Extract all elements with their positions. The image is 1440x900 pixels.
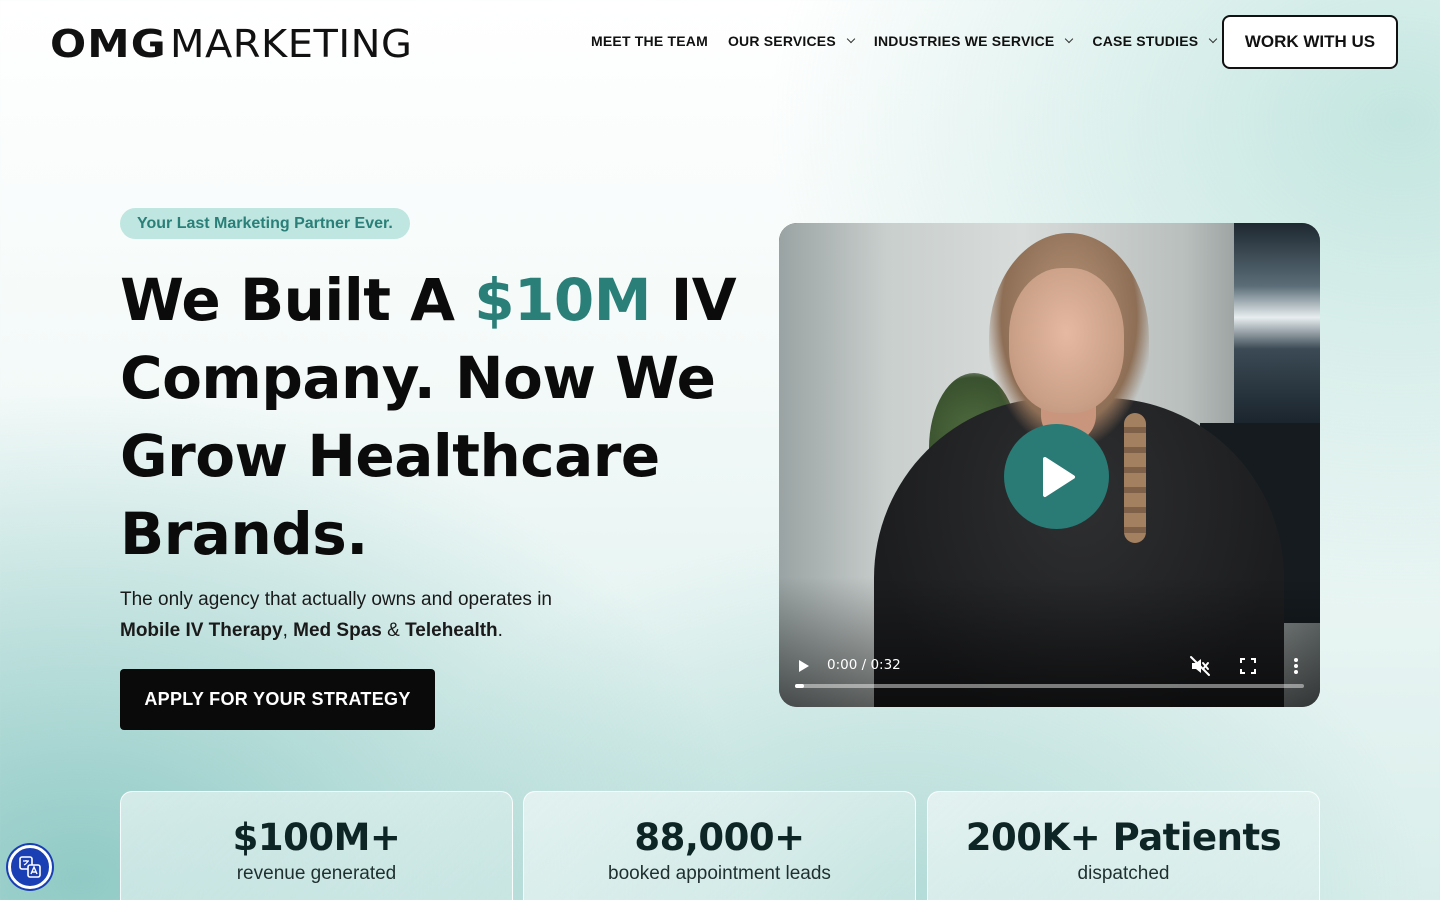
headline-part1: We Built A — [120, 266, 475, 334]
nav-item-label: OUR SERVICES — [727, 33, 836, 49]
more-vertical-icon[interactable] — [1285, 655, 1307, 677]
video-time-display: 0:00 / 0:32 — [827, 657, 901, 673]
accessibility-widget-button[interactable] — [8, 845, 52, 889]
fullscreen-icon[interactable] — [1237, 655, 1259, 677]
nav-item-meet-the-team[interactable]: MEET THE TEAM — [591, 33, 708, 49]
stat-label: booked appointment leads — [608, 863, 831, 884]
stat-card-leads: 88,000+ booked appointment leads — [523, 791, 916, 900]
subtext-separator: , — [282, 620, 294, 641]
stat-value: $100M+ — [232, 816, 401, 859]
subtext-intro: The only agency that actually owns and o… — [120, 589, 552, 610]
play-icon[interactable] — [797, 659, 811, 673]
stat-card-revenue: $100M+ revenue generated — [120, 791, 513, 900]
stat-card-patients: 200K+ Patients dispatched — [927, 791, 1320, 900]
hero-subtext: The only agency that actually owns and o… — [120, 584, 680, 646]
hero-headline: We Built A $10M IV Company. Now We Grow … — [120, 261, 760, 573]
stat-value: 200K+ Patients — [965, 816, 1282, 859]
volume-muted-icon[interactable] — [1189, 655, 1211, 677]
headline-accent: $10M — [474, 266, 651, 334]
promo-video-player[interactable]: 0:00 / 0:32 — [779, 223, 1320, 707]
play-video-button[interactable] — [1004, 424, 1109, 529]
nav-item-case-studies[interactable]: CASE STUDIES — [1092, 33, 1218, 49]
translate-accessibility-icon — [19, 856, 41, 878]
subtext-end: . — [497, 620, 503, 641]
subtext-item-telehealth: Telehealth — [405, 620, 498, 641]
tagline-badge: Your Last Marketing Partner Ever. — [120, 208, 410, 239]
subtext-item-medspas: Med Spas — [293, 620, 382, 641]
video-controls: 0:00 / 0:32 — [779, 647, 1320, 707]
nav-item-label: CASE STUDIES — [1092, 33, 1199, 49]
logo-light-text: MARKETING — [170, 22, 413, 66]
stat-label: revenue generated — [236, 863, 397, 884]
nav-item-label: INDUSTRIES WE SERVICE — [873, 33, 1055, 49]
omg-marketing-logo[interactable]: OMG MARKETING — [50, 22, 412, 66]
apply-for-strategy-button[interactable]: APPLY FOR YOUR STRATEGY — [120, 669, 435, 730]
nav-item-industries[interactable]: INDUSTRIES WE SERVICE — [873, 33, 1074, 49]
subtext-separator: & — [381, 620, 406, 641]
logo-bold-text: OMG — [50, 22, 167, 66]
site-header: OMG MARKETING MEET THE TEAM OUR SERVICES… — [0, 0, 1440, 86]
play-icon — [1042, 456, 1075, 497]
nav-item-label: MEET THE TEAM — [591, 33, 708, 49]
video-progress-fill — [795, 684, 804, 688]
work-with-us-button[interactable]: WORK WITH US — [1222, 15, 1398, 69]
stat-label: dispatched — [1077, 863, 1170, 884]
stat-value: 88,000+ — [634, 816, 805, 859]
nav-item-our-services[interactable]: OUR SERVICES — [727, 33, 856, 49]
video-progress-bar[interactable] — [795, 684, 1304, 688]
main-nav: MEET THE TEAM OUR SERVICES INDUSTRIES WE… — [591, 30, 1236, 52]
chevron-down-icon — [846, 34, 856, 44]
subtext-item-iv: Mobile IV Therapy — [120, 620, 283, 641]
chevron-down-icon — [1065, 34, 1074, 44]
chevron-down-icon — [1209, 34, 1218, 44]
